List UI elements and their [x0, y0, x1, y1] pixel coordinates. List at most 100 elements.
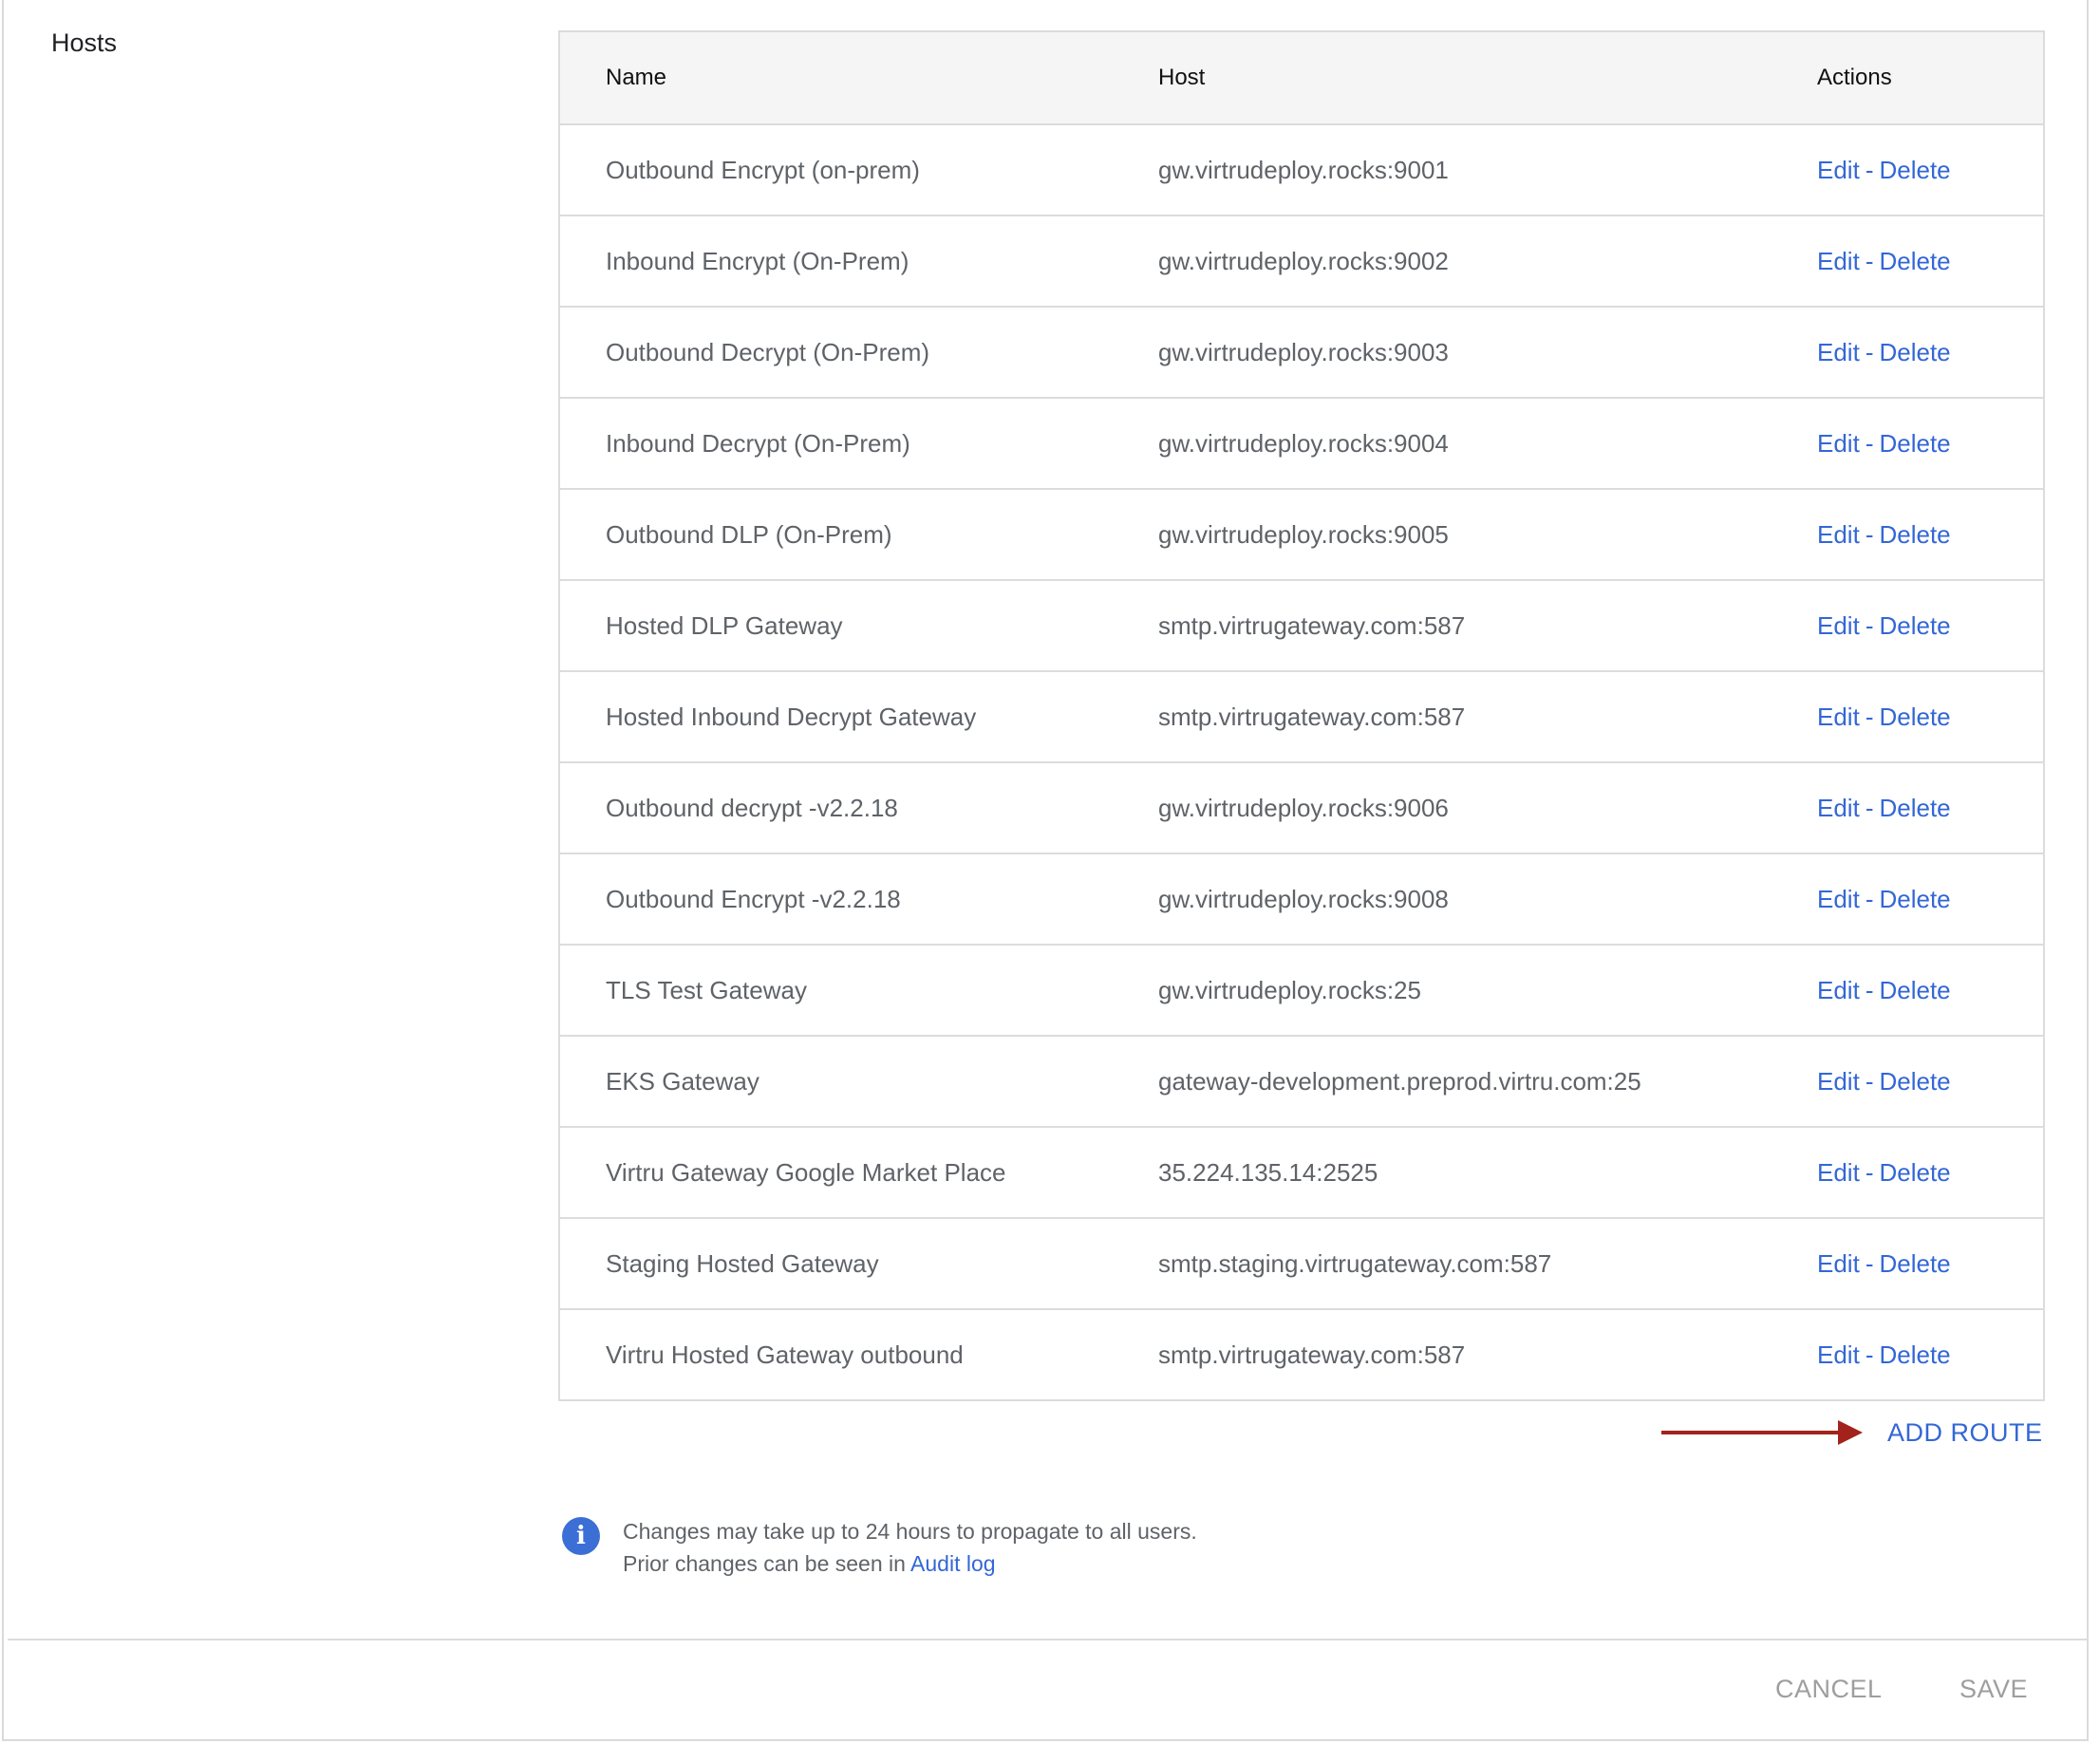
row-actions: Edit - Delete [1817, 156, 1951, 185]
edit-link[interactable]: Edit [1817, 1249, 1860, 1278]
row-host: smtp.virtrugateway.com:587 [1158, 1340, 1466, 1369]
edit-link[interactable]: Edit [1817, 429, 1860, 458]
action-separator: - [1865, 246, 1874, 275]
info-line-1: Changes may take up to 24 hours to propa… [623, 1519, 1197, 1544]
row-actions: Edit - Delete [1817, 338, 1951, 367]
delete-link[interactable]: Delete [1879, 520, 1950, 549]
row-host: smtp.virtrugateway.com:587 [1158, 702, 1466, 731]
table-row: Virtru Gateway Google Market Place 35.224… [560, 1128, 2043, 1219]
row-name: Outbound Encrypt -v2.2.18 [606, 884, 901, 913]
delete-link[interactable]: Delete [1879, 1340, 1950, 1369]
row-actions: Edit - Delete [1817, 885, 1951, 914]
row-actions: Edit - Delete [1817, 794, 1951, 823]
delete-link[interactable]: Delete [1879, 156, 1950, 184]
row-name: Outbound Decrypt (On-Prem) [606, 337, 930, 366]
table-header: Name Host Actions [560, 32, 2043, 125]
hosts-panel: Hosts Name Host Actions Outbound Encrypt… [2, 0, 2089, 1741]
row-name: Outbound decrypt -v2.2.18 [606, 793, 898, 822]
footer-divider [8, 1639, 2089, 1640]
edit-link[interactable]: Edit [1817, 794, 1860, 822]
table-row: Inbound Encrypt (On-Prem) gw.virtrudeploy… [560, 216, 2043, 308]
action-separator: - [1865, 1066, 1874, 1096]
arrow-head-icon [1838, 1420, 1863, 1445]
add-route-button[interactable]: ADD ROUTE [1887, 1418, 2043, 1448]
row-actions: Edit - Delete [1817, 611, 1951, 641]
row-actions: Edit - Delete [1817, 703, 1951, 732]
row-host: smtp.staging.virtrugateway.com:587 [1158, 1248, 1552, 1278]
action-separator: - [1865, 428, 1874, 458]
row-actions: Edit - Delete [1817, 520, 1951, 550]
row-name: Inbound Decrypt (On-Prem) [606, 428, 910, 458]
row-host: gw.virtrudeploy.rocks:9002 [1158, 246, 1449, 275]
action-separator: - [1865, 793, 1874, 822]
delete-link[interactable]: Delete [1879, 1249, 1950, 1278]
table-row: Outbound decrypt -v2.2.18 gw.virtrudeploy… [560, 763, 2043, 854]
row-actions: Edit - Delete [1817, 247, 1951, 276]
hosts-table: Name Host Actions Outbound Encrypt (on-p… [558, 30, 2045, 1401]
row-host: gw.virtrudeploy.rocks:9006 [1158, 793, 1449, 822]
table-row: Virtru Hosted Gateway outbound smtp.virtr… [560, 1310, 2043, 1399]
delete-link[interactable]: Delete [1879, 976, 1950, 1004]
edit-link[interactable]: Edit [1817, 1067, 1860, 1096]
row-actions: Edit - Delete [1817, 1158, 1951, 1188]
arrow-line [1661, 1431, 1838, 1434]
table-body: Outbound Encrypt (on-prem) gw.virtrudeplo… [560, 125, 2043, 1399]
action-separator: - [1865, 884, 1874, 913]
edit-link[interactable]: Edit [1817, 885, 1860, 913]
delete-link[interactable]: Delete [1879, 247, 1950, 275]
row-name: Inbound Encrypt (On-Prem) [606, 246, 909, 275]
delete-link[interactable]: Delete [1879, 885, 1950, 913]
delete-link[interactable]: Delete [1879, 703, 1950, 731]
edit-link[interactable]: Edit [1817, 247, 1860, 275]
save-button[interactable]: SAVE [1959, 1675, 2028, 1704]
row-host: gw.virtrudeploy.rocks:9004 [1158, 428, 1449, 458]
edit-link[interactable]: Edit [1817, 156, 1860, 184]
delete-link[interactable]: Delete [1879, 1067, 1950, 1096]
audit-log-link[interactable]: Audit log [910, 1551, 996, 1576]
edit-link[interactable]: Edit [1817, 611, 1860, 640]
arrow-annotation [1661, 1420, 1863, 1445]
action-separator: - [1865, 155, 1874, 184]
header-actions: Actions [1817, 65, 1892, 90]
edit-link[interactable]: Edit [1817, 703, 1860, 731]
delete-link[interactable]: Delete [1879, 611, 1950, 640]
info-line-2-prefix: Prior changes can be seen in [623, 1551, 906, 1576]
table-row: Outbound DLP (On-Prem) gw.virtrudeploy.ro… [560, 490, 2043, 581]
edit-link[interactable]: Edit [1817, 338, 1860, 366]
row-actions: Edit - Delete [1817, 1340, 1951, 1370]
edit-link[interactable]: Edit [1817, 520, 1860, 549]
action-separator: - [1865, 702, 1874, 731]
row-host: smtp.virtrugateway.com:587 [1158, 610, 1466, 640]
edit-link[interactable]: Edit [1817, 976, 1860, 1004]
header-name: Name [606, 65, 667, 90]
action-separator: - [1865, 1157, 1874, 1187]
action-separator: - [1865, 1248, 1874, 1278]
edit-link[interactable]: Edit [1817, 1340, 1860, 1369]
header-host: Host [1158, 65, 1206, 90]
action-separator: - [1865, 1340, 1874, 1369]
delete-link[interactable]: Delete [1879, 794, 1950, 822]
info-icon: i [562, 1517, 600, 1555]
row-name: Staging Hosted Gateway [606, 1248, 879, 1278]
action-separator: - [1865, 519, 1874, 549]
edit-link[interactable]: Edit [1817, 1158, 1860, 1187]
info-notice: i Changes may take up to 24 hours to pro… [562, 1515, 1197, 1580]
settings-page: Hosts Name Host Actions Outbound Encrypt… [0, 0, 2100, 1743]
info-line-2: Prior changes can be seen in Audit log [623, 1547, 1197, 1580]
table-row: EKS Gateway gateway-development.preprod.v… [560, 1037, 2043, 1128]
table-row: Staging Hosted Gateway smtp.staging.virtr… [560, 1219, 2043, 1310]
table-row: Outbound Encrypt -v2.2.18 gw.virtrudeploy… [560, 854, 2043, 946]
row-actions: Edit - Delete [1817, 429, 1951, 459]
table-row: TLS Test Gateway gw.virtrudeploy.rocks:25… [560, 946, 2043, 1037]
delete-link[interactable]: Delete [1879, 429, 1950, 458]
delete-link[interactable]: Delete [1879, 338, 1950, 366]
row-name: Outbound DLP (On-Prem) [606, 519, 892, 549]
delete-link[interactable]: Delete [1879, 1158, 1950, 1187]
section-title: Hosts [51, 28, 118, 57]
table-row: Outbound Decrypt (On-Prem) gw.virtrudeplo… [560, 308, 2043, 399]
table-row: Hosted DLP Gateway smtp.virtrugateway.com… [560, 581, 2043, 672]
row-host: gw.virtrudeploy.rocks:9008 [1158, 884, 1449, 913]
row-actions: Edit - Delete [1817, 976, 1951, 1005]
row-host: gw.virtrudeploy.rocks:9005 [1158, 519, 1449, 549]
cancel-button[interactable]: CANCEL [1775, 1675, 1883, 1704]
